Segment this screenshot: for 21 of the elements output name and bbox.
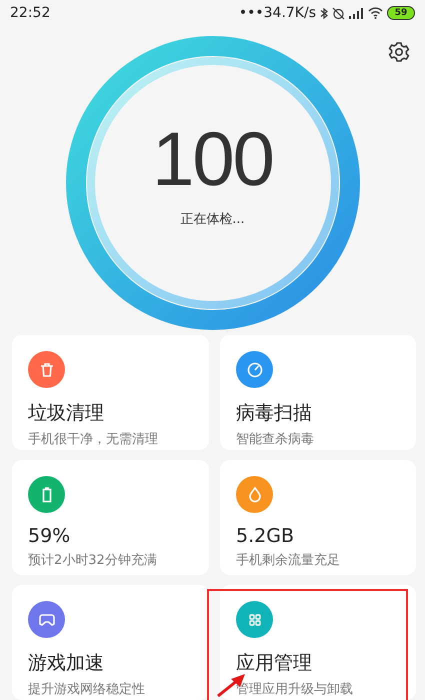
tool-card[interactable]: 59% 预计2小时32分钟充满 <box>12 460 209 575</box>
tool-card[interactable]: 游戏加速 提升游戏网络稳定性 <box>12 585 209 700</box>
tool-card[interactable]: 病毒扫描 智能查杀病毒 <box>220 335 416 450</box>
scan-status: 正在体检... <box>180 210 245 228</box>
network-speed: •••34.7K/s <box>238 5 316 22</box>
card-title: 5.2GB <box>236 525 295 547</box>
clock-time: 22:52 <box>10 5 50 22</box>
card-title: 游戏加速 <box>28 651 105 676</box>
battery-indicator: 59 <box>387 6 415 20</box>
card-subtitle: 预计2小时32分钟充满 <box>28 552 158 569</box>
tool-card[interactable]: 5.2GB 手机剩余流量充足 <box>220 460 416 575</box>
card-subtitle: 手机剩余流量充足 <box>236 552 341 569</box>
card-subtitle: 智能查杀病毒 <box>236 431 315 448</box>
card-subtitle: 手机很干净，无需清理 <box>28 431 159 448</box>
card-title: 垃圾清理 <box>28 401 105 426</box>
score-value: 100 <box>152 122 273 198</box>
card-title: 应用管理 <box>236 651 313 676</box>
card-title: 病毒扫描 <box>236 401 313 426</box>
tool-card[interactable]: 垃圾清理 手机很干净，无需清理 <box>12 335 209 450</box>
card-subtitle: 提升游戏网络稳定性 <box>28 681 146 698</box>
card-title: 59% <box>28 525 72 547</box>
